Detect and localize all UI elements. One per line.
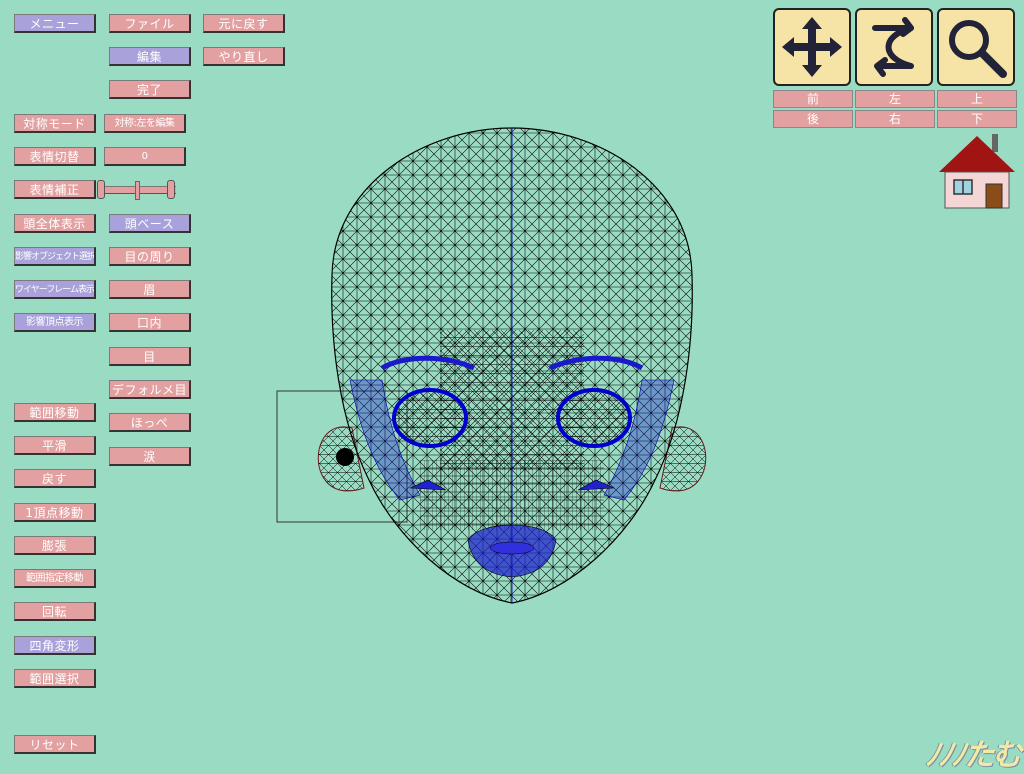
edit-button[interactable]: 編集 xyxy=(109,47,191,66)
range-move-button[interactable]: 範囲移動 xyxy=(14,403,96,422)
rotate-icon xyxy=(872,17,914,77)
head-base-button[interactable]: 頭ベース xyxy=(109,214,191,233)
rotate-button[interactable]: 回転 xyxy=(14,602,96,621)
view-left-button[interactable]: 左 xyxy=(855,90,935,108)
expand-button[interactable]: 膨張 xyxy=(14,536,96,555)
zoom-icon xyxy=(949,20,1007,78)
slider-left-stop xyxy=(97,180,105,199)
show-whole-head-button[interactable]: 頭全体表示 xyxy=(14,214,96,233)
tears-button[interactable]: 涙 xyxy=(109,447,191,466)
eyebrow-button[interactable]: 眉 xyxy=(109,280,191,299)
wireframe-display-button[interactable]: ワイヤーフレーム表示 xyxy=(14,280,96,299)
inside-mouth-button[interactable]: 口内 xyxy=(109,313,191,332)
reset-button[interactable]: リセット xyxy=(14,735,96,754)
zoom-view-button[interactable] xyxy=(937,8,1015,86)
view-right-button[interactable]: 右 xyxy=(855,110,935,128)
smooth-button[interactable]: 平滑 xyxy=(14,436,96,455)
move-icon xyxy=(782,17,842,77)
view-bottom-button[interactable]: 下 xyxy=(937,110,1017,128)
view-back-button[interactable]: 後 xyxy=(773,110,853,128)
vertex-marker[interactable] xyxy=(336,448,354,466)
expression-correct-slider[interactable] xyxy=(104,186,176,194)
range-specified-move-button[interactable]: 範囲指定移動 xyxy=(14,569,96,588)
range-select-button[interactable]: 範囲選択 xyxy=(14,669,96,688)
view-front-button[interactable]: 前 xyxy=(773,90,853,108)
eye-button[interactable]: 目 xyxy=(109,347,191,366)
app-logo: ﾉﾉﾉたむ xyxy=(925,738,1022,773)
quad-transform-button[interactable]: 四角変形 xyxy=(14,636,96,655)
deformed-eye-button[interactable]: デフォルメ目 xyxy=(109,380,191,399)
expression-switch-button[interactable]: 表情切替 xyxy=(14,147,96,166)
affected-object-select-button[interactable]: 影響オブジェクト選択 xyxy=(14,247,96,266)
slider-center-mark xyxy=(135,181,140,200)
file-button[interactable]: ファイル xyxy=(109,14,191,33)
slider-handle[interactable] xyxy=(167,180,175,199)
redo-button[interactable]: やり直し xyxy=(203,47,285,66)
affected-vertex-display-button[interactable]: 影響頂点表示 xyxy=(14,313,96,332)
home-icon[interactable] xyxy=(936,130,1018,212)
around-eyes-button[interactable]: 目の周り xyxy=(109,247,191,266)
symmetry-mode-button[interactable]: 対称モード xyxy=(14,114,96,133)
move-view-button[interactable] xyxy=(773,8,851,86)
done-button[interactable]: 完了 xyxy=(109,80,191,99)
expression-correct-button[interactable]: 表情補正 xyxy=(14,180,96,199)
undo-button[interactable]: 元に戻す xyxy=(203,14,285,33)
single-vertex-move-button[interactable]: 1頂点移動 xyxy=(14,503,96,522)
cheek-button[interactable]: ほっぺ xyxy=(109,413,191,432)
menu-button[interactable]: メニュー xyxy=(14,14,96,33)
expression-value-field[interactable]: 0 xyxy=(104,147,186,166)
view-top-button[interactable]: 上 xyxy=(937,90,1017,108)
symmetry-edit-left-button[interactable]: 対称:左を編集 xyxy=(104,114,186,133)
rotate-view-button[interactable] xyxy=(855,8,933,86)
restore-button[interactable]: 戻す xyxy=(14,469,96,488)
